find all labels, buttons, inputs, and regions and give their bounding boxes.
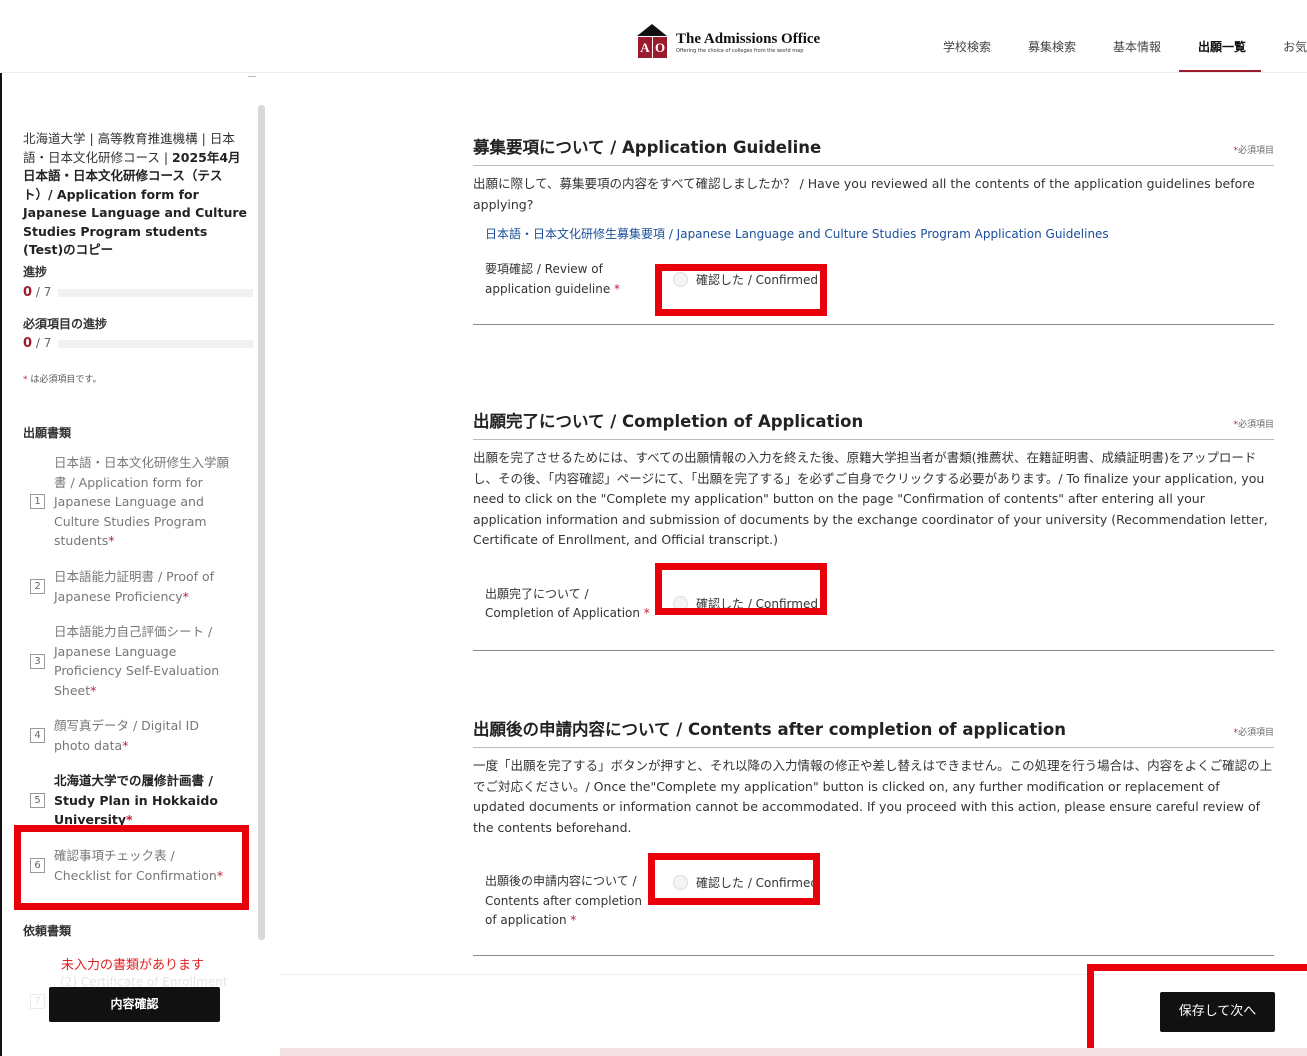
section-description: 出願に際して、募集要項の内容をすべて確認しましたか？ / Have you re… — [473, 176, 1255, 212]
nav-favorites[interactable]: お気に — [1283, 38, 1307, 55]
progress-bar — [58, 289, 253, 297]
sidebar-doc-4[interactable]: 4 顔写真データ / Digital ID photo data* — [30, 716, 230, 755]
field-label: 出願完了について / Completion of Application * — [485, 586, 650, 621]
logo-mark-icon: A O — [637, 24, 668, 60]
nav-active-indicator — [1179, 70, 1261, 72]
logo-subtitle: Offering the choice of colleges from the… — [676, 47, 804, 54]
field-row: 出願後の申請内容について / Contents after completion… — [473, 862, 1274, 956]
doc-label: 北海道大学での履修計画書 / Study Plan in Hokkaido Un… — [54, 773, 218, 827]
sidebar-doc-3[interactable]: 3 日本語能力自己評価シート / Japanese Language Profi… — [30, 622, 230, 700]
doc-number: 3 — [30, 653, 45, 669]
nav-recruit-search[interactable]: 募集検索 — [1028, 38, 1076, 55]
docs-heading: 出願書類 — [23, 426, 72, 440]
confirm-contents-button[interactable]: 内容確認 — [49, 987, 220, 1022]
highlight-box-checklist — [14, 825, 249, 910]
required-progress-bar — [58, 340, 253, 348]
highlight-box-radio-2 — [655, 563, 827, 615]
main-nav: 学校検索 募集検索 基本情報 出願一覧 お気に — [943, 38, 1307, 55]
section-description: 一度「出願を完了する」ボタンが押すと、それ以降の入力情報の修正や差し替えはできま… — [473, 758, 1273, 835]
nav-school-search[interactable]: 学校検索 — [943, 38, 991, 55]
required-tag: *必須項目 — [1233, 728, 1274, 738]
sidebar-doc-2[interactable]: 2 日本語能力証明書 / Proof of Japanese Proficien… — [30, 567, 230, 606]
highlight-box-radio-3 — [648, 853, 820, 905]
doc-label: 顔写真データ / Digital ID photo data* — [54, 718, 199, 753]
ghost-doc-number: 7 — [30, 994, 45, 1009]
section-title: 出願完了について / Completion of Application — [473, 408, 1274, 440]
section-description: 出願を完了させるためには、すべての出願情報の入力を終えた後、原籍大学担当者が書類… — [473, 450, 1268, 547]
doc-label: 日本語能力自己評価シート / Japanese Language Profici… — [54, 624, 220, 698]
doc-number: 4 — [30, 728, 45, 743]
progress-label: 進捗 — [23, 265, 48, 279]
doc-number: 5 — [30, 792, 45, 808]
highlight-box-radio-1 — [655, 264, 827, 316]
nav-basic-info[interactable]: 基本情報 — [1113, 38, 1161, 55]
doc-number: 1 — [30, 494, 45, 510]
site-logo[interactable]: A O The Admissions Office Offering the c… — [637, 24, 820, 60]
bottom-accent-bar — [280, 1048, 1307, 1056]
section-title: 募集要項について / Application Guideline — [473, 134, 1274, 166]
field-row: 出願完了について / Completion of Application * 確… — [473, 575, 1274, 651]
sidebar-scrollbar[interactable] — [258, 105, 265, 940]
required-progress-label: 必須項目の進捗 — [23, 317, 108, 331]
required-tag: *必須項目 — [1233, 420, 1274, 430]
required-note: * は必須項目です。 — [23, 375, 102, 385]
sidebar-divider — [248, 76, 256, 77]
incomplete-warning: 未入力の書類があります — [61, 958, 205, 973]
top-header: A O The Admissions Office Offering the c… — [0, 0, 1307, 73]
doc-number: 2 — [30, 579, 45, 594]
section-contents-after-completion: 出願後の申請内容について / Contents after completion… — [473, 716, 1274, 956]
guideline-link[interactable]: 日本語・日本文化研修生募集要項 / Japanese Language and … — [485, 225, 1274, 242]
required-tag: *必須項目 — [1233, 146, 1274, 156]
section-title: 出願後の申請内容について / Contents after completion… — [473, 716, 1274, 748]
progress-count: 0 / 7 — [23, 285, 52, 300]
section-application-guideline: 募集要項について / Application Guideline *必須項目 出… — [473, 134, 1274, 325]
sidebar-doc-5[interactable]: 5 北海道大学での履修計画書 / Study Plan in Hokkaido … — [30, 771, 230, 830]
section-completion-of-application: 出願完了について / Completion of Application *必須… — [473, 408, 1274, 651]
request-docs-heading: 依頼書類 — [23, 924, 72, 938]
doc-label: 日本語・日本文化研修生入学願書 / Application form for J… — [54, 455, 230, 548]
required-progress-count: 0 / 7 — [23, 336, 52, 351]
nav-application-list[interactable]: 出願一覧 — [1198, 38, 1246, 55]
highlight-box-save — [1087, 964, 1307, 1056]
sidebar-doc-1[interactable]: 1 日本語・日本文化研修生入学願書 / Application form for… — [30, 453, 230, 551]
field-label: 出願後の申請内容について / Contents after completion… — [485, 874, 642, 927]
doc-label: 日本語能力証明書 / Proof of Japanese Proficiency… — [54, 569, 215, 604]
field-label: 要項確認 / Review of application guideline * — [485, 262, 621, 296]
application-title: 北海道大学 | 高等教育推進機構 | 日本語・日本文化研修コース | 2025年… — [23, 131, 247, 257]
field-row: 要項確認 / Review of application guideline *… — [473, 260, 1274, 325]
logo-title: The Admissions Office — [676, 30, 821, 47]
